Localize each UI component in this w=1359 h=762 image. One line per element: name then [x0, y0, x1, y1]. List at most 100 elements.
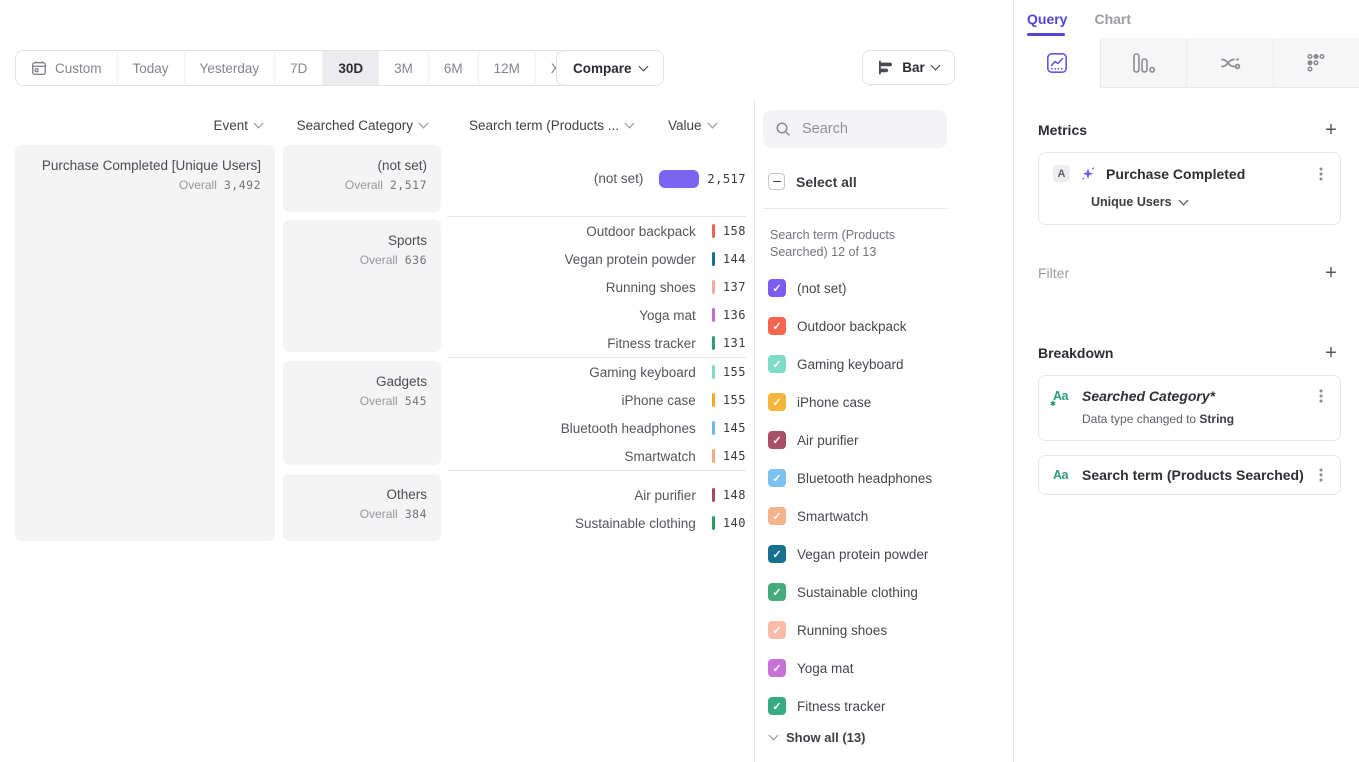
legend-item[interactable]: Outdoor backpack — [768, 307, 932, 345]
tab-insights[interactable] — [1014, 38, 1101, 88]
checkbox-checked[interactable] — [768, 469, 786, 487]
overall-value: 3,492 — [224, 178, 261, 192]
overall-value: 636 — [405, 253, 427, 267]
value-cell: 155 — [723, 365, 746, 379]
date-range-7d[interactable]: 7D — [274, 51, 322, 85]
date-range-today[interactable]: Today — [117, 51, 184, 85]
checkbox-checked[interactable] — [768, 507, 786, 525]
breakdown-title: Breakdown — [1038, 345, 1113, 361]
date-range-30d[interactable]: 30D — [322, 51, 378, 85]
tab-retention[interactable] — [1274, 38, 1359, 88]
value-bar — [712, 516, 715, 530]
search-term-label: iPhone case — [447, 393, 696, 408]
note-prefix: Data type changed to — [1082, 412, 1199, 426]
checkbox-checked[interactable] — [768, 659, 786, 677]
term-rows-group: Outdoor backpack158Vegan protein powder1… — [447, 216, 746, 357]
metric-card: A Purchase Completed Unique Users — [1038, 152, 1341, 225]
add-metric-button[interactable] — [1321, 120, 1341, 140]
table-row: Air purifier148 — [447, 481, 746, 509]
compare-button[interactable]: Compare — [556, 50, 664, 86]
search-box[interactable] — [763, 110, 947, 148]
tab-funnels[interactable] — [1101, 38, 1188, 88]
magnifier-icon — [775, 121, 791, 137]
search-term-label: Sustainable clothing — [447, 516, 696, 531]
checkbox-checked[interactable] — [768, 583, 786, 601]
column-header-value[interactable]: Value — [668, 112, 738, 138]
breakdown-menu-button[interactable] — [1314, 467, 1328, 483]
legend-item[interactable]: Air purifier — [768, 421, 932, 459]
date-range-yesterday[interactable]: Yesterday — [184, 51, 275, 85]
date-range-label: Yesterday — [200, 61, 260, 76]
select-all-row[interactable]: Select all — [768, 173, 857, 190]
tab-flows[interactable] — [1187, 38, 1274, 88]
event-sparkle-icon — [1080, 166, 1096, 182]
checkbox-checked[interactable] — [768, 697, 786, 715]
value-bar — [712, 421, 715, 435]
chart-type-button[interactable]: Bar — [862, 50, 955, 85]
measurement-dropdown[interactable]: Unique Users — [1091, 195, 1328, 209]
search-term-label: Running shoes — [447, 280, 696, 295]
date-range-12m[interactable]: 12M — [478, 51, 535, 85]
add-filter-button[interactable] — [1321, 263, 1341, 283]
checkbox-checked[interactable] — [768, 431, 786, 449]
legend-item[interactable]: Sustainable clothing — [768, 573, 932, 611]
legend-item[interactable]: Yoga mat — [768, 649, 932, 687]
category-name: Gadgets — [283, 374, 427, 389]
value-bar — [712, 488, 715, 502]
metric-menu-button[interactable] — [1314, 166, 1328, 182]
tab-chart[interactable]: Chart — [1094, 11, 1131, 27]
column-header-event[interactable]: Event — [15, 112, 262, 138]
string-property-icon — [1053, 389, 1072, 403]
active-tab-underline — [1027, 33, 1065, 36]
legend-item[interactable]: Smartwatch — [768, 497, 932, 535]
legend-item[interactable]: Running shoes — [768, 611, 932, 649]
category-cell: OthersOverall384 — [283, 474, 441, 541]
column-header-search-term[interactable]: Search term (Products ... — [447, 112, 633, 138]
checkbox-checked[interactable] — [768, 279, 786, 297]
funnels-icon — [1131, 52, 1155, 74]
legend-item[interactable]: Vegan protein powder — [768, 535, 932, 573]
query-panel-tabs: Query Chart — [1014, 0, 1359, 38]
chevron-down-icon — [769, 731, 779, 741]
chevron-down-icon — [419, 118, 429, 128]
checkbox-checked[interactable] — [768, 317, 786, 335]
retention-icon — [1305, 52, 1327, 74]
search-term-label: Vegan protein powder — [447, 252, 696, 267]
overall-value: 2,517 — [390, 178, 427, 192]
date-range-label: 7D — [290, 61, 307, 76]
add-breakdown-button[interactable] — [1321, 343, 1341, 363]
date-range-custom[interactable]: Custom — [16, 51, 117, 85]
search-term-label: Yoga mat — [447, 308, 696, 323]
legend-item[interactable]: iPhone case — [768, 383, 932, 421]
checkbox-checked[interactable] — [768, 355, 786, 373]
date-range-3m[interactable]: 3M — [378, 51, 428, 85]
date-range-label: 6M — [444, 61, 463, 76]
checkbox-indeterminate[interactable] — [768, 173, 785, 190]
legend-item[interactable]: Gaming keyboard — [768, 345, 932, 383]
category-name: (not set) — [283, 158, 427, 173]
legend-item[interactable]: Bluetooth headphones — [768, 459, 932, 497]
overall-label: Overall — [179, 178, 217, 192]
column-header-searched-category[interactable]: Searched Category — [283, 112, 427, 138]
legend-item[interactable]: Fitness tracker — [768, 687, 932, 725]
value-bar — [712, 449, 715, 463]
string-property-icon — [1053, 468, 1072, 482]
table-row: Vegan protein powder144 — [447, 245, 746, 273]
checkbox-checked[interactable] — [768, 621, 786, 639]
breakdown-menu-button[interactable] — [1314, 388, 1328, 404]
overall-label: Overall — [360, 253, 398, 267]
value-bar — [712, 280, 715, 294]
show-all-button[interactable]: Show all (13) — [770, 730, 865, 745]
legend-item[interactable]: (not set) — [768, 269, 932, 307]
tab-query[interactable]: Query — [1027, 11, 1067, 27]
checkbox-checked[interactable] — [768, 393, 786, 411]
search-term-label: Air purifier — [447, 488, 696, 503]
chevron-down-icon — [254, 118, 264, 128]
search-term-label: Smartwatch — [447, 449, 696, 464]
search-input[interactable] — [800, 120, 924, 138]
date-range-6m[interactable]: 6M — [428, 51, 478, 85]
checkbox-checked[interactable] — [768, 545, 786, 563]
event-cell: Purchase Completed [Unique Users] Overal… — [15, 145, 275, 541]
table-row: iPhone case155 — [447, 386, 746, 414]
legend-item-label: Bluetooth headphones — [797, 471, 932, 486]
